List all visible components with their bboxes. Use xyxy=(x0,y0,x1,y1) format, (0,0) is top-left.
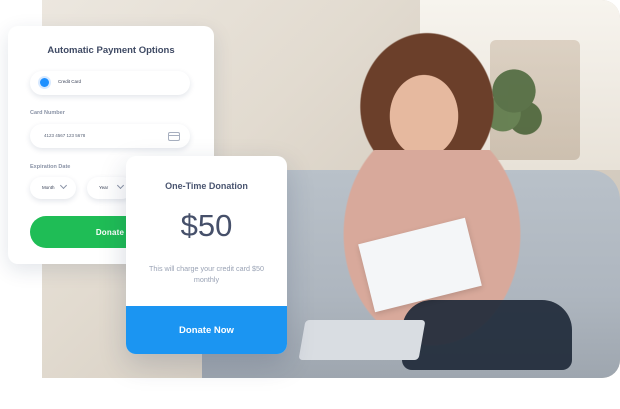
month-select[interactable]: Month xyxy=(30,177,76,199)
person-legs xyxy=(402,300,572,370)
donation-amount: $50 xyxy=(180,208,233,243)
chevron-down-icon xyxy=(116,181,125,190)
credit-card-radio-option[interactable]: Credit Card xyxy=(30,71,190,95)
one-time-donation-title: One-Time Donation xyxy=(165,181,248,191)
radio-selected-icon[interactable] xyxy=(40,78,49,87)
expiration-date-label: Expiration Date xyxy=(30,164,71,170)
year-select-label: Year xyxy=(99,185,109,190)
donate-now-label: Donate Now xyxy=(179,324,234,336)
donate-button-label: Donate xyxy=(95,227,125,237)
laptop xyxy=(298,320,426,360)
credit-card-radio-label: Credit Card xyxy=(58,79,82,84)
credit-card-icon xyxy=(168,132,180,141)
card-number-value: 4123 4567 123 5678 xyxy=(44,133,86,138)
one-time-donation-card: One-Time Donation $50 This will charge y… xyxy=(126,156,287,354)
card-number-label: Card Number xyxy=(30,110,65,116)
donate-now-button[interactable]: Donate Now xyxy=(126,306,287,354)
card-number-input[interactable]: 4123 4567 123 5678 xyxy=(30,124,190,148)
charge-note: This will charge your credit card $50 mo… xyxy=(148,264,265,284)
payment-options-title: Automatic Payment Options xyxy=(47,45,175,56)
month-select-label: Month xyxy=(42,185,55,190)
chevron-down-icon xyxy=(59,181,68,190)
